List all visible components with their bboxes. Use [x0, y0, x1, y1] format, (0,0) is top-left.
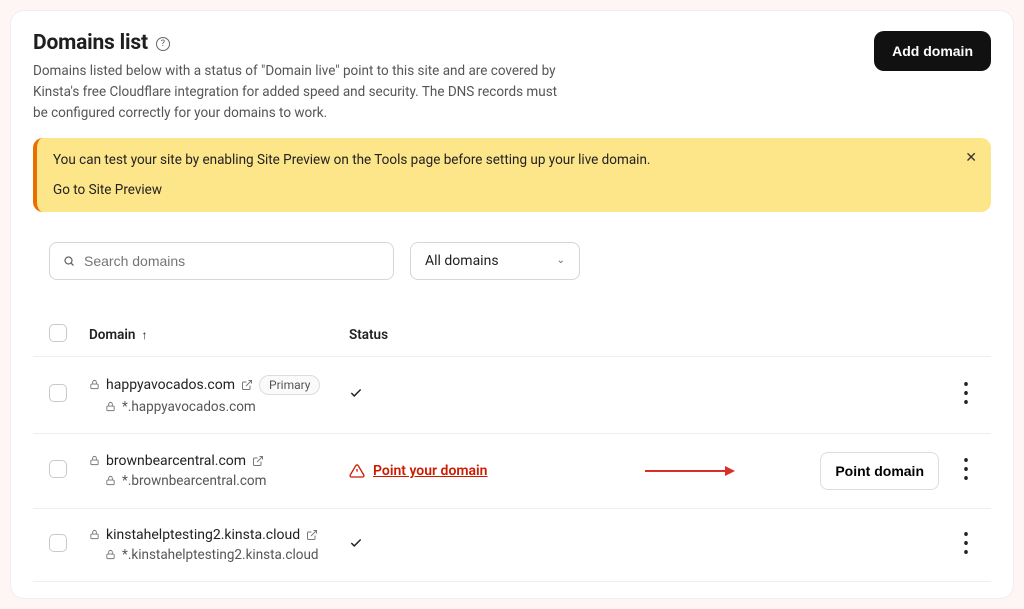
domains-table: Domain ↑ Status happyavocados.com Primar… [33, 314, 991, 582]
lock-icon [89, 455, 100, 466]
external-link-icon[interactable] [241, 379, 253, 391]
annotation-arrow [645, 466, 735, 476]
domain-name: brownbearcentral.com [106, 453, 246, 469]
help-icon[interactable]: ? [156, 37, 170, 51]
row-menu-button[interactable]: ••• [957, 531, 975, 558]
page-title: Domains list [33, 31, 148, 55]
row-checkbox[interactable] [49, 534, 67, 552]
page-subtitle: Domains listed below with a status of "D… [33, 61, 573, 124]
table-row: happyavocados.com Primary *.happyavocado… [33, 357, 991, 434]
info-banner: ✕ You can test your site by enabling Sit… [33, 138, 991, 212]
select-all-checkbox[interactable] [49, 324, 67, 342]
table-row: brownbearcentral.com *.brownbearcentral.… [33, 434, 991, 509]
check-icon [349, 536, 363, 550]
column-header-domain[interactable]: Domain ↑ [89, 327, 349, 343]
table-row: kinstahelptesting2.kinsta.cloud *.kinsta… [33, 509, 991, 582]
lock-icon [105, 549, 116, 560]
row-checkbox[interactable] [49, 384, 67, 402]
check-icon [349, 386, 363, 400]
domain-name: kinstahelptesting2.kinsta.cloud [106, 527, 300, 543]
filter-selected-label: All domains [425, 253, 499, 269]
row-menu-button[interactable]: ••• [957, 381, 975, 408]
chevron-down-icon: ⌄ [557, 255, 565, 266]
site-preview-link[interactable]: Go to Site Preview [53, 182, 162, 198]
wildcard-domain: *.happyavocados.com [122, 399, 256, 415]
external-link-icon[interactable] [252, 455, 264, 467]
close-icon[interactable]: ✕ [965, 150, 977, 166]
lock-icon [89, 529, 100, 540]
point-domain-link[interactable]: Point your domain [373, 463, 488, 479]
add-domain-button[interactable]: Add domain [874, 31, 991, 71]
lock-icon [105, 401, 116, 412]
sort-arrow-icon: ↑ [141, 328, 147, 342]
external-link-icon[interactable] [306, 529, 318, 541]
column-header-status[interactable]: Status [349, 327, 755, 343]
search-input[interactable] [49, 242, 394, 280]
search-icon [63, 255, 75, 267]
lock-icon [105, 475, 116, 486]
banner-text: You can test your site by enabling Site … [53, 152, 975, 168]
domain-name: happyavocados.com [106, 377, 235, 393]
wildcard-domain: *.kinstahelptesting2.kinsta.cloud [122, 547, 319, 563]
warning-icon [349, 463, 365, 479]
filter-select[interactable]: All domains ⌄ [410, 242, 580, 280]
primary-badge: Primary [259, 375, 320, 395]
row-checkbox[interactable] [49, 460, 67, 478]
wildcard-domain: *.brownbearcentral.com [122, 473, 266, 489]
point-domain-button[interactable]: Point domain [820, 452, 939, 490]
row-menu-button[interactable]: ••• [957, 457, 975, 484]
lock-icon [89, 379, 100, 390]
